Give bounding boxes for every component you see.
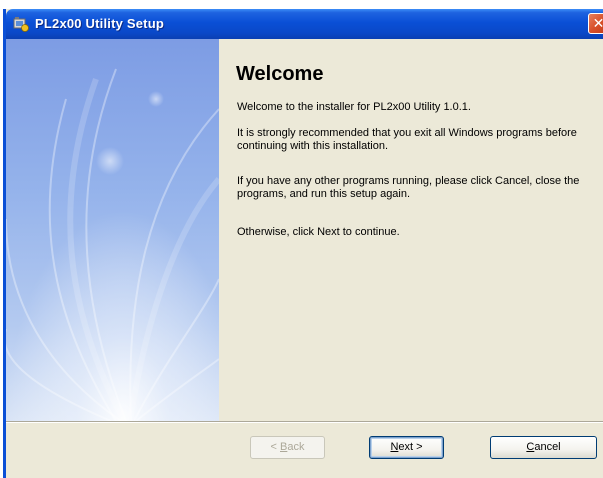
close-button[interactable]: ✕ <box>588 13 603 34</box>
intro-text: Welcome to the installer for PL2x00 Util… <box>237 101 471 113</box>
welcome-content: Welcome Welcome to the installer for PL2… <box>219 39 603 421</box>
next-button[interactable]: Next > <box>369 436 444 459</box>
cancel-button[interactable]: Cancel <box>490 436 597 459</box>
cancel-instruction-text: If you have any other programs running, … <box>237 175 580 200</box>
page-heading: Welcome <box>236 63 324 85</box>
title-bar[interactable]: PL2x00 Utility Setup ✕ <box>6 9 603 39</box>
button-separator <box>6 421 603 423</box>
back-button[interactable]: < Back <box>250 436 325 459</box>
setup-icon <box>13 17 29 32</box>
setup-window: PL2x00 Utility Setup ✕ <box>3 9 603 478</box>
recommendation-text: It is strongly recommended that you exit… <box>237 127 577 152</box>
next-instruction-text: Otherwise, click Next to continue. <box>237 226 400 238</box>
banner-swirl-art <box>6 39 219 421</box>
window-title: PL2x00 Utility Setup <box>35 16 164 31</box>
close-icon: ✕ <box>593 16 603 32</box>
side-banner-image <box>6 39 219 421</box>
